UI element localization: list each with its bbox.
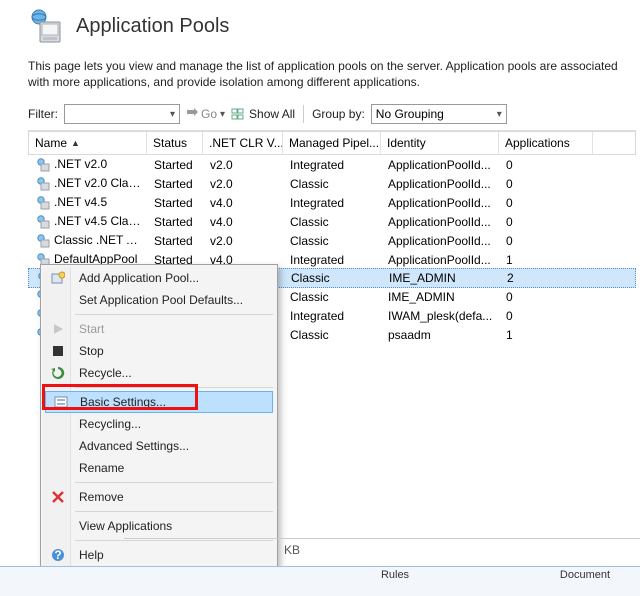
table-row[interactable]: .NET v2.0 ClassicStartedv2.0ClassicAppli… <box>28 174 636 193</box>
menu-recycling[interactable]: Recycling... <box>43 413 275 435</box>
status-bar: KB <box>124 538 640 560</box>
separator <box>75 511 273 512</box>
app-pool-icon <box>36 177 50 191</box>
go-button[interactable]: Go ▾ <box>186 107 225 121</box>
settings-icon <box>53 394 69 410</box>
app-pools-icon <box>28 8 64 44</box>
col-name[interactable]: Name▲ <box>29 132 147 154</box>
menu-start: Start <box>43 318 275 340</box>
tab-document[interactable]: Document <box>530 569 640 581</box>
menu-view-applications[interactable]: View Applications <box>43 515 275 537</box>
app-pool-icon <box>36 196 50 210</box>
col-apps[interactable]: Applications <box>499 132 593 154</box>
app-pool-icon <box>36 158 50 172</box>
add-icon <box>50 270 66 286</box>
menu-set-defaults[interactable]: Set Application Pool Defaults... <box>43 289 275 311</box>
remove-icon <box>50 489 66 505</box>
menu-stop[interactable]: Stop <box>43 340 275 362</box>
play-icon <box>50 321 66 337</box>
chevron-down-icon: ▾ <box>170 109 175 120</box>
menu-recycle[interactable]: Recycle... <box>43 362 275 384</box>
menu-add-app-pool[interactable]: Add Application Pool... <box>43 267 275 289</box>
table-row[interactable]: .NET v2.0Startedv2.0IntegratedApplicatio… <box>28 155 636 174</box>
group-by-dropdown[interactable]: No Grouping ▾ <box>371 104 507 124</box>
grid-header: Name▲ Status .NET CLR V... Managed Pipel… <box>28 131 636 155</box>
table-row[interactable]: .NET v4.5Startedv4.0IntegratedApplicatio… <box>28 193 636 212</box>
menu-rename[interactable]: Rename <box>43 457 275 479</box>
col-identity[interactable]: Identity <box>381 132 499 154</box>
stop-icon <box>50 343 66 359</box>
table-row[interactable]: .NET v4.5 ClassicStartedv4.0ClassicAppli… <box>28 212 636 231</box>
show-all-button[interactable]: Show All <box>231 107 295 121</box>
chevron-down-icon: ▾ <box>220 109 225 120</box>
svg-text:?: ? <box>54 548 61 562</box>
group-by-label: Group by: <box>312 107 365 121</box>
bottom-tabs: Rules Document <box>0 566 640 596</box>
col-pipeline[interactable]: Managed Pipel... <box>283 132 381 154</box>
col-status[interactable]: Status <box>147 132 203 154</box>
page-description: This page lets you view and manage the l… <box>28 58 636 90</box>
help-icon: ? <box>50 547 66 563</box>
separator <box>75 387 273 388</box>
recycle-icon <box>50 365 66 381</box>
filter-input[interactable]: ▾ <box>64 104 180 124</box>
menu-basic-settings[interactable]: Basic Settings... <box>45 391 273 413</box>
page-title: Application Pools <box>76 15 229 38</box>
menu-advanced-settings[interactable]: Advanced Settings... <box>43 435 275 457</box>
tab-rules[interactable]: Rules <box>340 569 450 581</box>
sort-asc-icon: ▲ <box>71 138 80 148</box>
menu-remove[interactable]: Remove <box>43 486 275 508</box>
chevron-down-icon: ▾ <box>497 109 502 120</box>
filter-label: Filter: <box>28 107 58 121</box>
app-pool-icon <box>36 234 50 248</box>
separator <box>303 105 304 123</box>
separator <box>75 314 273 315</box>
table-row[interactable]: Classic .NET Ap...Startedv2.0ClassicAppl… <box>28 231 636 250</box>
col-clr[interactable]: .NET CLR V... <box>203 132 283 154</box>
context-menu: Add Application Pool... Set Application … <box>40 264 278 569</box>
separator <box>75 482 273 483</box>
toolbar: Filter: ▾ Go ▾ Show All Group by: No Gro… <box>28 104 636 124</box>
app-pool-icon <box>36 215 50 229</box>
